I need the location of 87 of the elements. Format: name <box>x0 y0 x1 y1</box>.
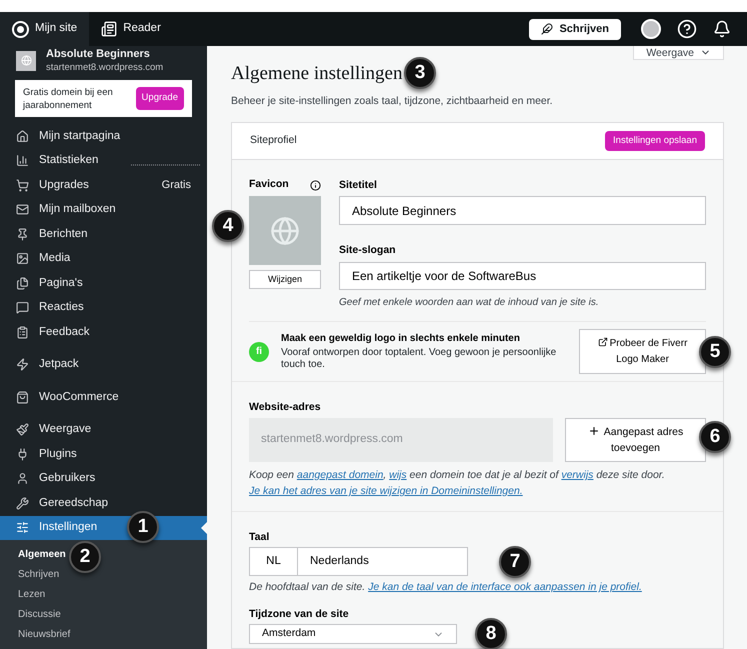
newspaper-icon <box>101 21 118 37</box>
fiverr-button[interactable]: Probeer de Fiverr Logo Maker <box>579 329 706 374</box>
site-name[interactable]: Absolute Beginners <box>46 48 164 60</box>
site-slogan-field[interactable]: Een artikeltje voor de SoftwareBus <box>339 262 706 290</box>
help-icon[interactable] <box>677 19 697 39</box>
help-link[interactable]: aangepast domein <box>296 469 384 481</box>
image-icon <box>16 252 29 266</box>
site-url: startenmet8.wordpress.com <box>46 60 164 74</box>
favicon-label: Favicon <box>249 177 289 192</box>
page-subtitle: Beheer je site-instellingen zoals taal, tijdzone, zichtbaarheid en meer. <box>231 94 553 108</box>
help-link[interactable]: Je kan het adres van je site wijzigen in Domeininstellingen. <box>249 485 523 497</box>
sidebar-item[interactable]: Feedback <box>0 320 207 344</box>
paintbrush-icon <box>16 423 29 436</box>
feather-icon <box>541 23 554 35</box>
promo-heading: Maak een geweldig logo in slechts enkele minuten <box>281 332 521 345</box>
sidebar-item[interactable]: Reacties <box>0 296 207 320</box>
sidebar-item[interactable]: Weergave <box>0 418 207 442</box>
bolt-icon <box>16 358 29 372</box>
submenu-item[interactable]: Nieuwsbrief <box>18 625 70 645</box>
sidebar-item[interactable]: WooCommerce <box>0 385 207 410</box>
wrench-icon <box>16 496 29 510</box>
sidebar-item[interactable]: Jetpack <box>0 352 207 377</box>
sidebar-item[interactable]: Pagina's <box>0 271 207 296</box>
field-label: Site-slogan <box>339 243 397 257</box>
top-bar-tab[interactable]: Reader <box>89 12 173 46</box>
sidebar-item[interactable]: Upgrades Gratis <box>0 173 207 198</box>
submenu-item[interactable]: Schrijven <box>18 565 60 585</box>
pages-icon <box>16 276 29 290</box>
sparkline-icon <box>131 162 201 166</box>
upgrade-button[interactable]: Upgrade <box>136 87 184 110</box>
sidebar-item[interactable]: Mijn mailboxen <box>0 198 207 222</box>
home-icon <box>16 130 29 143</box>
plus-icon <box>588 425 600 437</box>
info-icon[interactable] <box>310 180 321 190</box>
wordpress-logo-icon <box>12 20 29 38</box>
site-title-field[interactable]: Absolute Beginners <box>339 196 706 225</box>
field-label: Sitetitel <box>339 178 378 192</box>
notifications-icon[interactable] <box>713 20 731 38</box>
card-title: Siteprofiel <box>250 133 297 148</box>
write-button[interactable]: Schrijven <box>529 18 621 40</box>
upgrade-price-text: Gratis <box>162 178 191 193</box>
timezone-select[interactable]: Amsterdam <box>249 624 457 644</box>
save-button[interactable]: Instellingen opslaan <box>605 131 705 151</box>
help-link[interactable]: Je kan de taal van de interface ook aanpassen in je profiel. <box>368 581 642 593</box>
help-text: Geef met enkele woorden aan wat de inhoud van je site is. <box>339 296 600 310</box>
help-text: Koop een aangepast domein, wijs een domein toe dat je al bezit of verwijs deze site door. Je kan het adres van je site wijzigen in Domeininstellingen. <box>249 468 666 499</box>
avatar-icon[interactable] <box>641 19 661 39</box>
sidebar-item[interactable]: Media <box>0 246 207 271</box>
bag-icon <box>16 390 29 404</box>
sidebar-item[interactable]: Mijn startpagina <box>0 124 207 148</box>
site-icon <box>16 50 36 70</box>
view-button[interactable]: Weergave <box>633 46 724 60</box>
help-text: De hoofdtaal van de site. Je kan de taal van de interface ook aanpassen in je profiel. <box>249 580 643 595</box>
help-link[interactable]: wijs <box>389 469 407 481</box>
language-name: Nederlands <box>309 554 370 569</box>
sidebar-item[interactable]: Plugins <box>0 442 207 466</box>
sidebar-item[interactable]: Berichten <box>0 222 207 246</box>
promo-text: Vooraf ontworpen door toptalent. Voeg gewoon je persoonlijke touch toe. <box>281 347 558 371</box>
help-link[interactable]: verwijs <box>561 469 594 481</box>
external-link-icon <box>598 336 608 346</box>
sidebar-item[interactable]: Gebruikers <box>0 466 207 491</box>
field-label: Website-adres <box>249 400 322 414</box>
field-label: Taal <box>249 530 270 544</box>
comment-icon <box>16 301 29 314</box>
submenu-item[interactable]: Discussie <box>18 605 61 625</box>
user-icon <box>16 472 29 486</box>
fiverr-logo: fi <box>249 342 269 362</box>
timezone-value: Amsterdam <box>262 626 316 642</box>
clipboard-icon <box>16 326 29 339</box>
language-field[interactable]: NL Nederlands <box>249 547 468 576</box>
change-button[interactable]: Wijzigen <box>249 270 321 289</box>
promo-text: Gratis domein bij een jaarabonnement <box>23 86 114 112</box>
add-address-button[interactable]: Aangepast adres toevoegen <box>565 418 706 462</box>
sliders-icon <box>16 521 29 534</box>
top-bar-tab[interactable]: Mijn site <box>0 12 90 46</box>
submenu-item[interactable]: Algemeen <box>18 545 66 565</box>
page-title: Algemene instellingen <box>231 62 402 86</box>
language-code: NL <box>250 548 298 575</box>
field-label: Tijdzone van de site <box>249 607 350 621</box>
bar-chart-icon <box>16 154 29 168</box>
submenu-item[interactable]: Lezen <box>18 585 46 605</box>
sidebar-item[interactable]: Statistieken <box>0 148 207 173</box>
mail-icon <box>16 203 29 216</box>
pin-icon <box>16 228 29 241</box>
cart-icon <box>16 178 29 192</box>
plug-icon <box>16 448 29 461</box>
globe-icon <box>270 216 300 246</box>
